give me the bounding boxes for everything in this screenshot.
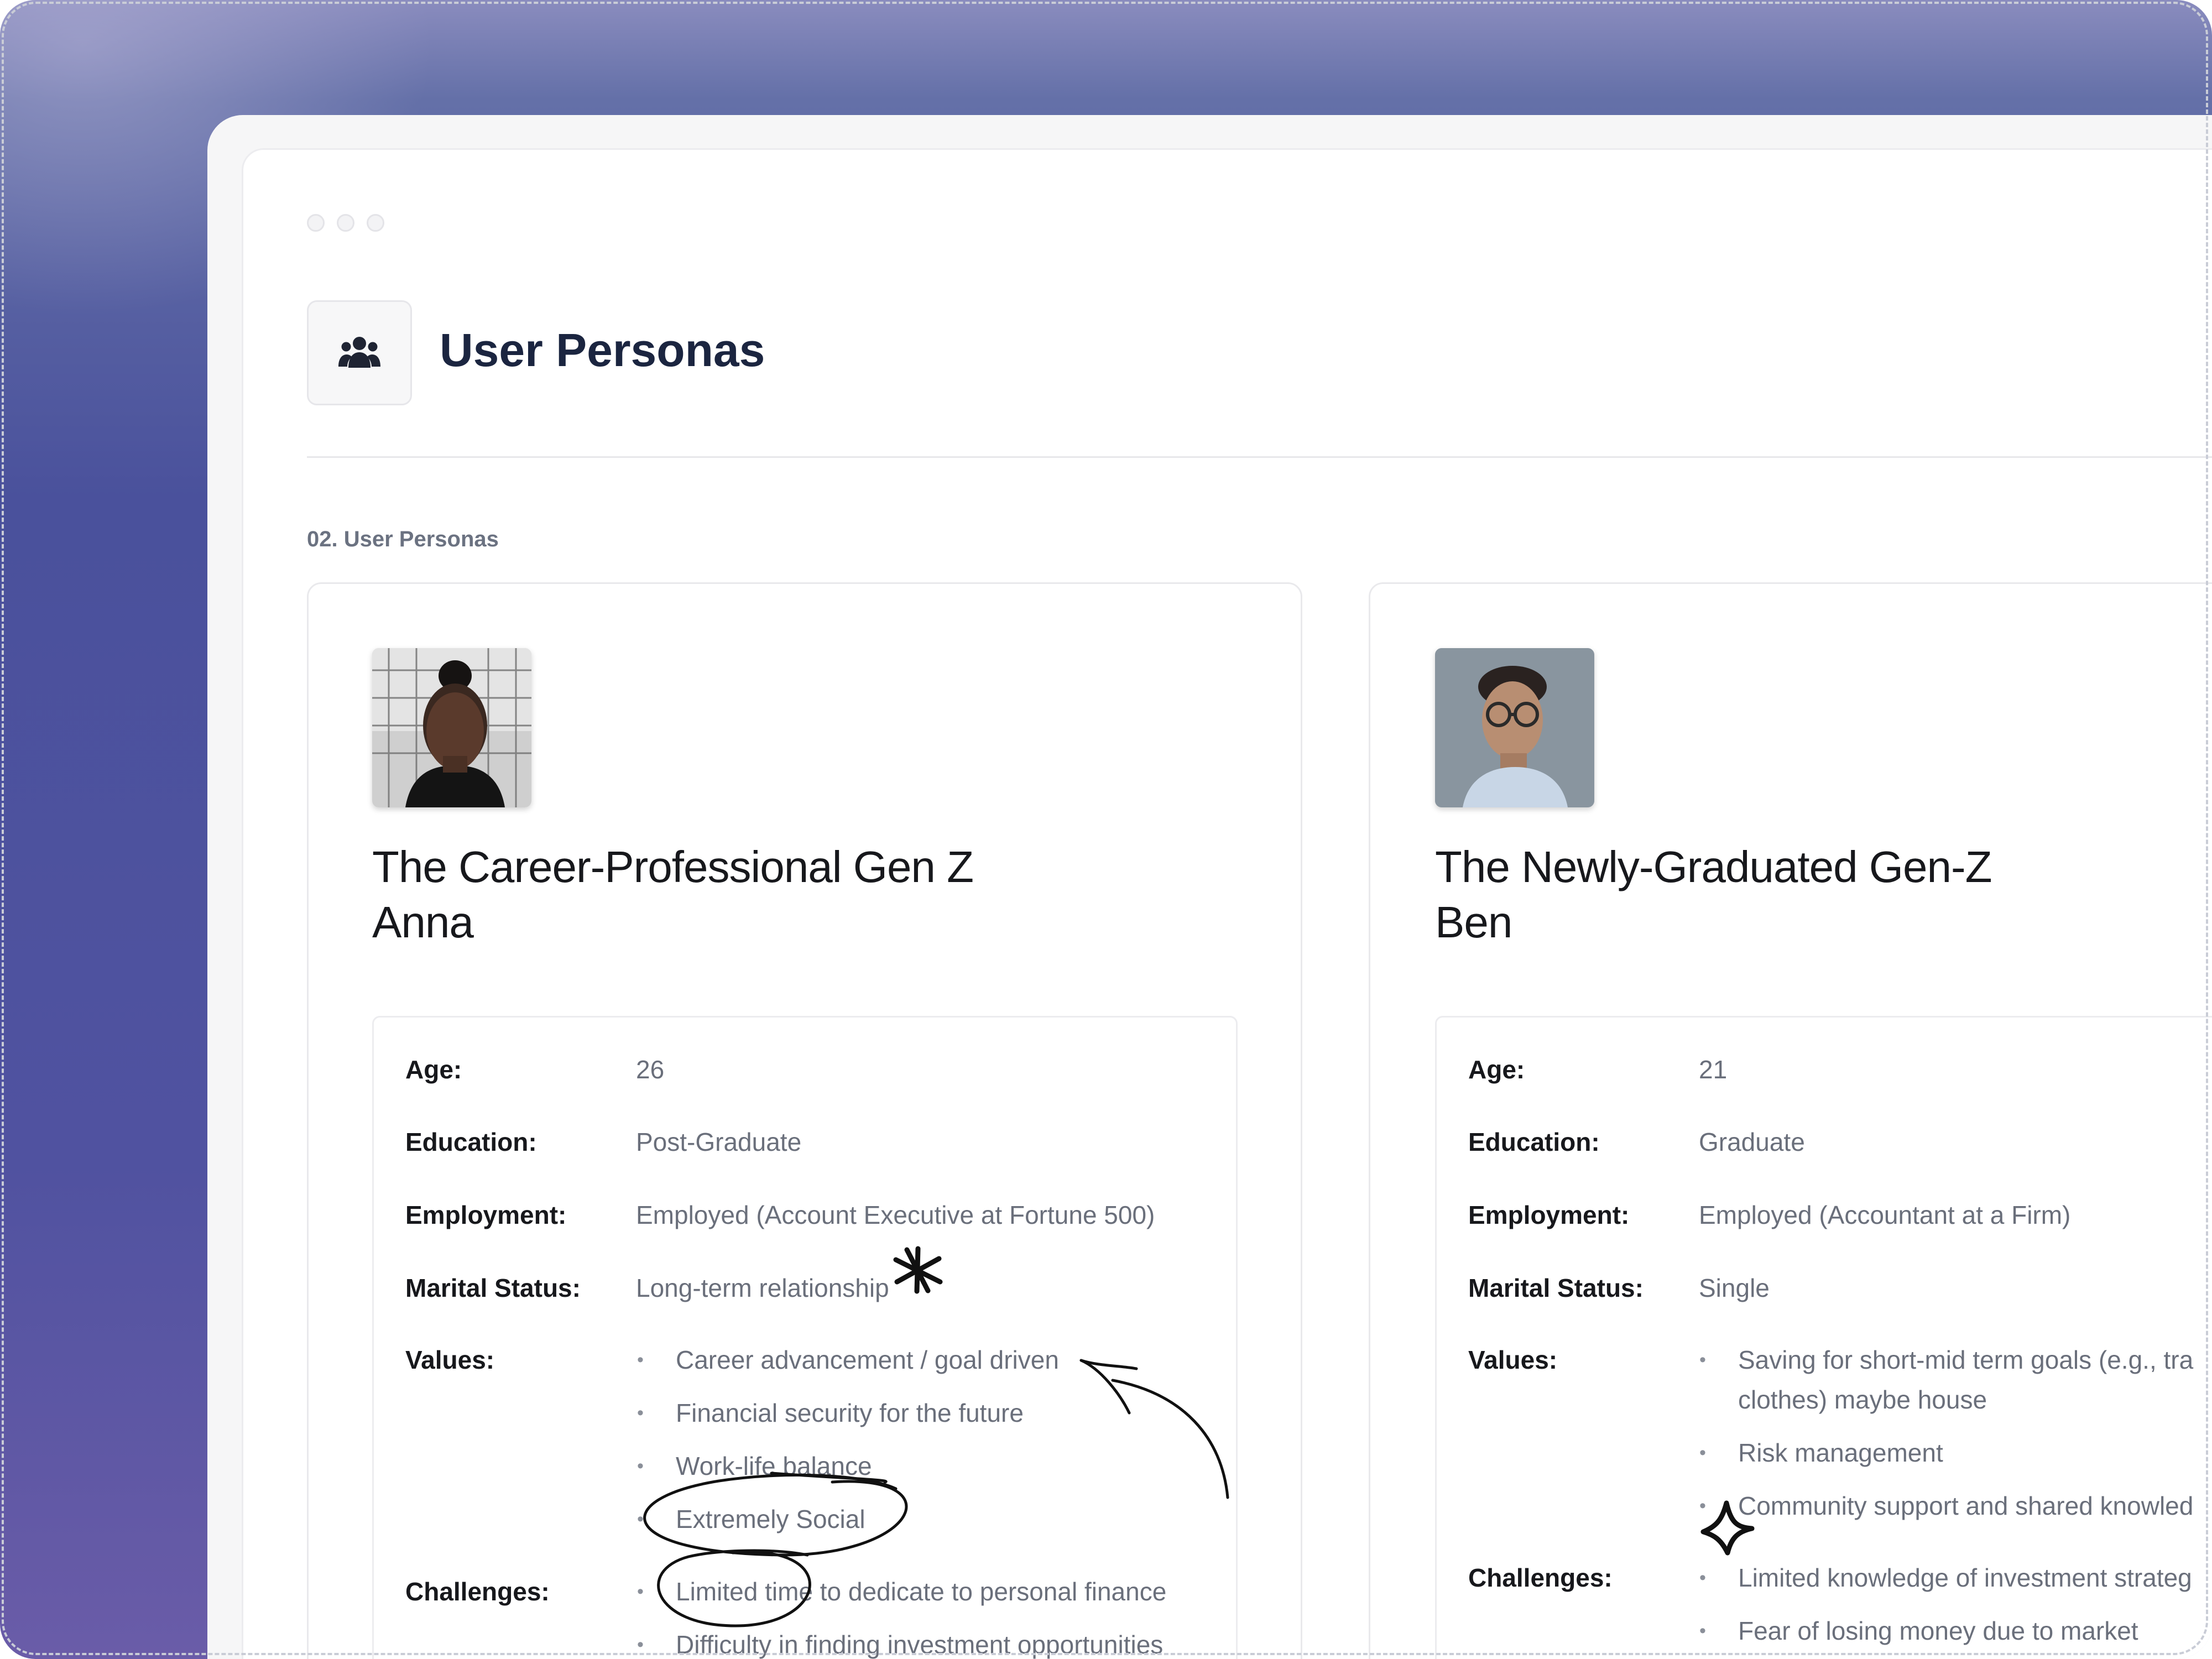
education-label: Education: [1468,1128,1600,1156]
avatar-anna-image [372,648,531,807]
list-item: Fear of losing money due to market [1699,1611,2138,1651]
list-item: Financial security for the future [637,1393,1024,1433]
list-item-continued: clothes) maybe house [1738,1385,1987,1414]
challenges-label: Challenges: [405,1577,550,1606]
challenges-label: Challenges: [1468,1563,1613,1592]
header-icon-box [307,300,412,405]
marital-status-value: Long-term relationship [636,1274,889,1302]
list-item: Community support and shared knowled [1699,1486,2193,1526]
employment-value: Employed (Accountant at a Firm) [1699,1201,2071,1229]
marital-status-label: Marital Status: [405,1274,581,1302]
education-value: Graduate [1699,1128,1805,1156]
marital-status-value: Single [1699,1274,1770,1302]
header-divider [307,456,2212,458]
list-item: Work-life balance [637,1446,872,1486]
employment-label: Employment: [1468,1201,1630,1229]
avatar-anna [372,648,531,807]
employment-label: Employment: [405,1201,567,1229]
persona-title-anna: The Career-Professional Gen Z [372,842,974,891]
education-label: Education: [405,1128,537,1156]
values-label: Values: [405,1345,495,1374]
list-item: Career advancement / goal driven [637,1340,1059,1380]
age-value: 21 [1699,1055,1728,1084]
background-frame: User Personas 02. User Personas The Care… [0,0,2212,1659]
persona-name-ben: Ben [1435,898,1512,947]
section-label: 02. User Personas [307,527,499,551]
list-item: Limited time to dedicate to personal fin… [637,1572,1166,1611]
list-item: Extremely Social [637,1499,865,1539]
marital-status-label: Marital Status: [1468,1274,1644,1302]
age-label: Age: [1468,1055,1525,1084]
window-dot-icon[interactable] [367,214,384,232]
list-item: Difficulty in finding investment opportu… [637,1625,1163,1659]
values-label: Values: [1468,1345,1558,1374]
list-item: Risk management [1699,1433,1943,1473]
avatar-ben-image [1435,648,1594,807]
age-value: 26 [636,1055,665,1084]
users-group-icon [338,337,380,368]
window-dot-icon[interactable] [337,214,354,232]
page-title: User Personas [440,324,765,376]
list-item: Limited knowledge of investment strateg [1699,1558,2192,1598]
window-dot-icon[interactable] [307,214,325,232]
avatar-ben [1435,648,1594,807]
employment-value: Employed (Account Executive at Fortune 5… [636,1201,1155,1229]
persona-name-anna: Anna [372,898,474,947]
education-value: Post-Graduate [636,1128,802,1156]
persona-details-anna [372,1016,1238,1659]
persona-title-ben: The Newly-Graduated Gen-Z [1435,842,1992,891]
age-label: Age: [405,1055,462,1084]
list-item: Saving for short-mid term goals (e.g., t… [1699,1340,2193,1380]
